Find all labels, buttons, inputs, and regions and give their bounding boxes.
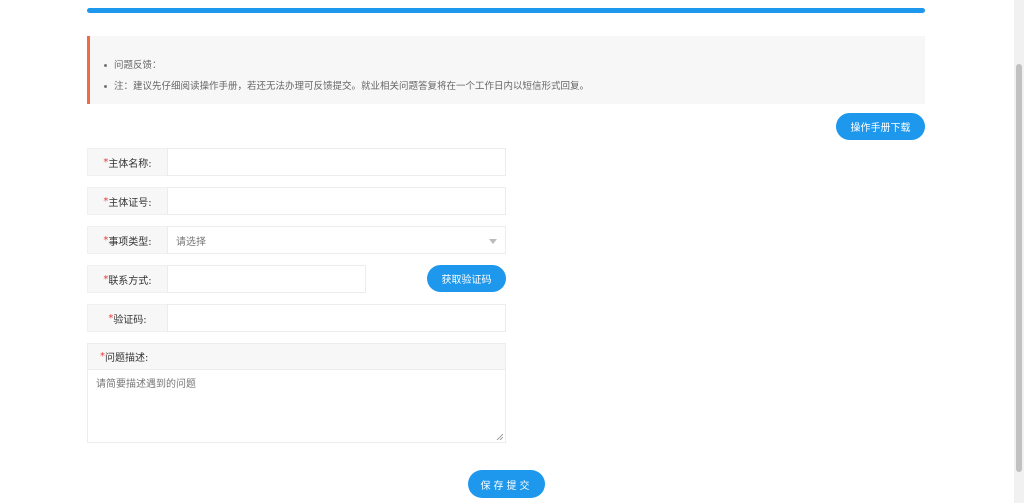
notice-box: 问题反馈： 注：建议先仔细阅读操作手册，若还无法办理可反馈提交。就业相关问题答复… [87, 36, 925, 104]
entity-id-field[interactable] [167, 187, 506, 215]
entity-id-row: * 主体证号: [87, 187, 506, 215]
chevron-down-icon[interactable] [489, 239, 497, 244]
manual-download-button[interactable]: 操作手册下载 [836, 113, 925, 140]
resize-grip-icon[interactable] [496, 433, 503, 440]
notice-list: 问题反馈： 注：建议先仔细阅读操作手册，若还无法办理可反馈提交。就业相关问题答复… [90, 36, 925, 97]
get-code-button[interactable]: 获取验证码 [427, 265, 506, 292]
notice-item-note: 注：建议先仔细阅读操作手册，若还无法办理可反馈提交。就业相关问题答复将在一个工作… [104, 76, 925, 97]
description-textarea[interactable] [88, 370, 505, 442]
entity-name-field[interactable] [167, 148, 506, 176]
verify-code-label: * 验证码: [87, 304, 167, 332]
matter-type-label: * 事项类型: [87, 226, 167, 254]
verify-code-field[interactable] [167, 304, 506, 332]
scrollbar-thumb[interactable] [1016, 64, 1022, 472]
contact-field[interactable] [167, 265, 366, 293]
verify-code-row: * 验证码: [87, 304, 506, 332]
contact-label: * 联系方式: [87, 265, 167, 293]
top-progress-bar [87, 8, 925, 13]
matter-type-selected: 请选择 [176, 236, 206, 248]
contact-row: * 联系方式: [87, 265, 366, 293]
submit-button[interactable]: 保存提交 [468, 470, 545, 498]
contact-input[interactable] [168, 266, 365, 292]
matter-type-select[interactable]: 请选择 [167, 226, 506, 254]
vertical-scrollbar[interactable] [1014, 0, 1024, 503]
notice-item-title: 问题反馈： [104, 55, 925, 76]
entity-name-row: * 主体名称: [87, 148, 506, 176]
description-block: * 问题描述: [87, 343, 506, 443]
feedback-page: 问题反馈： 注：建议先仔细阅读操作手册，若还无法办理可反馈提交。就业相关问题答复… [0, 0, 1014, 503]
entity-id-input[interactable] [168, 188, 505, 214]
entity-id-label: * 主体证号: [87, 187, 167, 215]
entity-name-label: * 主体名称: [87, 148, 167, 176]
entity-name-input[interactable] [168, 149, 505, 175]
verify-code-input[interactable] [168, 305, 505, 331]
matter-type-row: * 事项类型: 请选择 [87, 226, 506, 254]
description-label: * 问题描述: [88, 344, 505, 370]
